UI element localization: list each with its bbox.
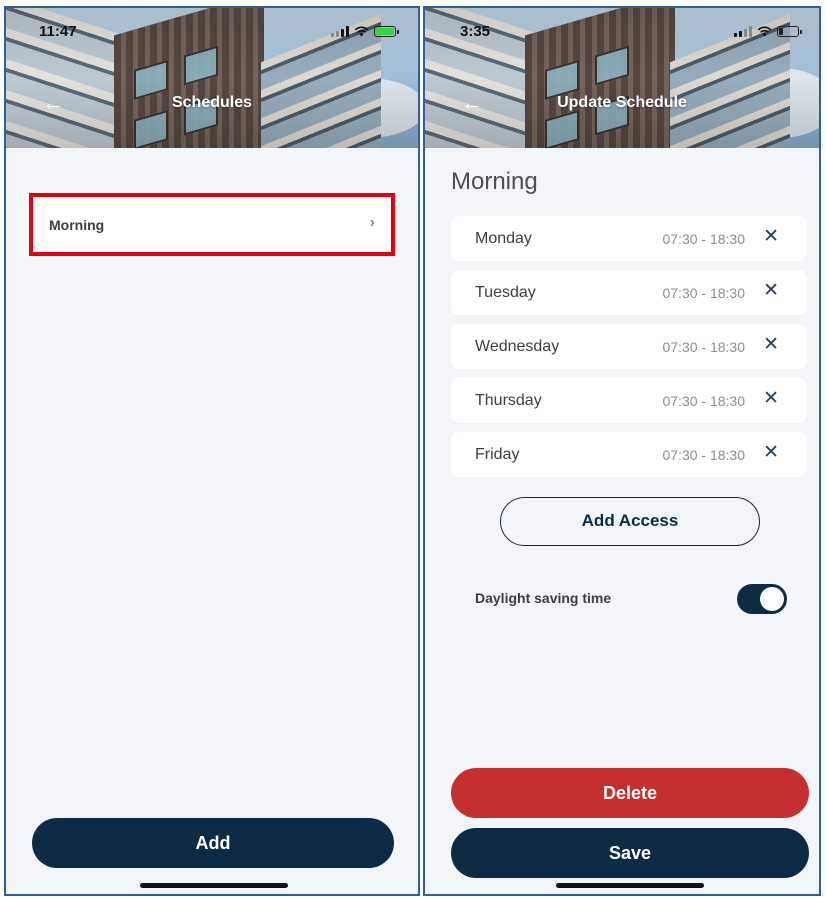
day-row-tuesday[interactable]: Tuesday 07:30 - 18:30 ✕ xyxy=(451,270,807,315)
day-label: Thursday xyxy=(475,392,542,409)
wifi-icon xyxy=(757,26,772,37)
day-row-friday[interactable]: Friday 07:30 - 18:30 ✕ xyxy=(451,432,807,477)
battery-icon xyxy=(374,26,399,37)
close-icon[interactable]: ✕ xyxy=(763,389,779,408)
status-icons xyxy=(331,26,399,37)
schedules-screen: 11:47 ← Schedules Morning › Add xyxy=(4,6,420,896)
close-icon[interactable]: ✕ xyxy=(763,443,779,462)
day-time-range: 07:30 - 18:30 xyxy=(662,231,745,247)
page-title: Update Schedule xyxy=(557,94,687,111)
cellular-signal-icon xyxy=(331,26,349,37)
page-title: Schedules xyxy=(171,94,253,111)
day-time-range: 07:30 - 18:30 xyxy=(662,393,745,409)
dst-label: Daylight saving time xyxy=(475,590,612,606)
day-label: Monday xyxy=(475,230,532,247)
close-icon[interactable]: ✕ xyxy=(763,227,779,246)
day-label: Tuesday xyxy=(475,284,536,301)
header-banner: 3:35 ← Update Schedule xyxy=(425,8,819,148)
delete-button[interactable]: Delete xyxy=(451,768,809,818)
status-time: 11:47 xyxy=(39,23,77,40)
status-time: 3:35 xyxy=(460,23,491,40)
schedule-item-label: Morning xyxy=(49,217,105,233)
day-time-range: 07:30 - 18:30 xyxy=(662,339,745,355)
battery-icon xyxy=(777,26,802,37)
day-time-range: 07:30 - 18:30 xyxy=(662,285,745,301)
add-access-button[interactable]: Add Access xyxy=(500,497,760,546)
home-indicator xyxy=(556,883,704,888)
day-row-thursday[interactable]: Thursday 07:30 - 18:30 ✕ xyxy=(451,378,807,423)
schedule-name: Morning xyxy=(451,168,538,195)
chevron-right-icon: › xyxy=(369,214,375,231)
day-row-wednesday[interactable]: Wednesday 07:30 - 18:30 ✕ xyxy=(451,324,807,369)
status-icons xyxy=(734,26,802,37)
dst-toggle[interactable] xyxy=(737,584,787,614)
day-label: Friday xyxy=(475,446,520,463)
day-time-range: 07:30 - 18:30 xyxy=(662,447,745,463)
close-icon[interactable]: ✕ xyxy=(763,335,779,354)
day-label: Wednesday xyxy=(475,338,560,355)
header-banner: 11:47 ← Schedules xyxy=(6,8,418,148)
schedule-item-morning[interactable]: Morning › xyxy=(29,193,395,256)
cellular-signal-icon xyxy=(734,26,752,37)
toggle-knob xyxy=(760,587,784,611)
add-button[interactable]: Add xyxy=(32,818,394,868)
save-button[interactable]: Save xyxy=(451,828,809,878)
close-icon[interactable]: ✕ xyxy=(763,281,779,300)
day-row-monday[interactable]: Monday 07:30 - 18:30 ✕ xyxy=(451,216,807,261)
wifi-icon xyxy=(354,26,369,37)
home-indicator xyxy=(140,883,288,888)
update-schedule-screen: 3:35 ← Update Schedule Morning Monday 07… xyxy=(423,6,821,896)
